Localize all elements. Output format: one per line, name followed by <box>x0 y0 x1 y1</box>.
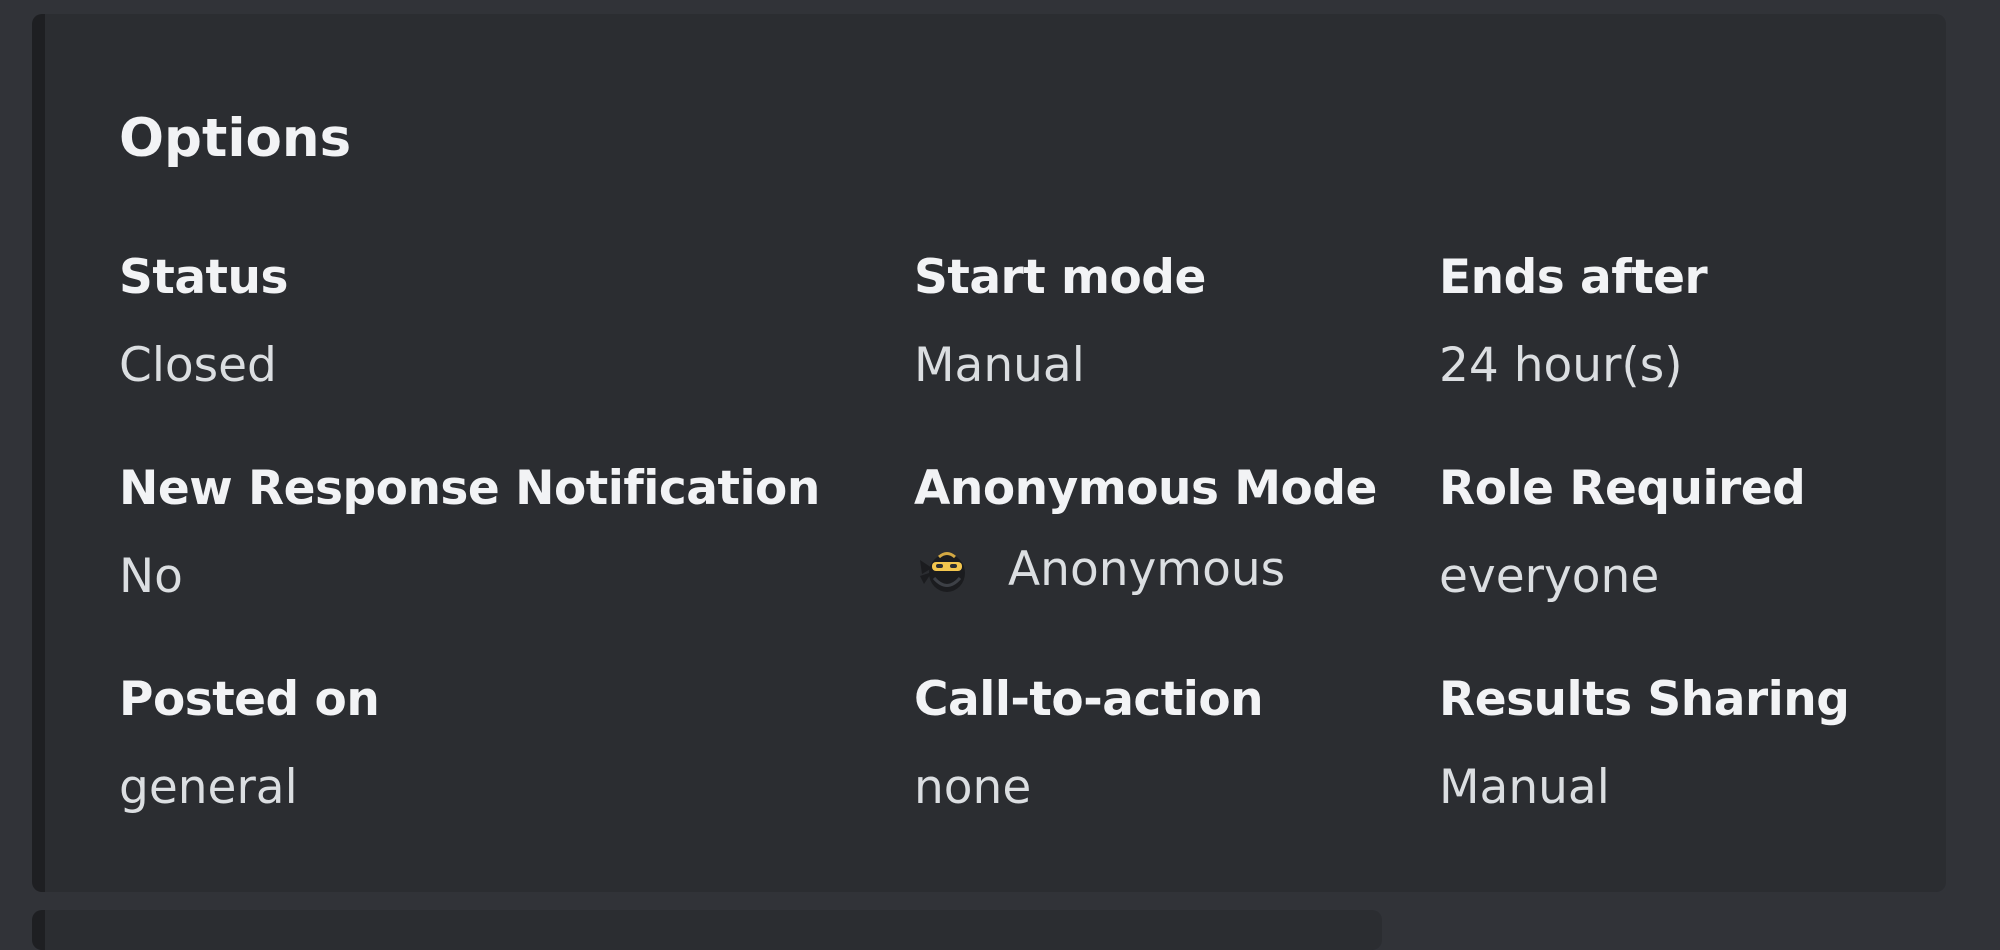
field-name: Role Required <box>1439 461 1806 516</box>
field-ends-after: Ends after 24 hour(s) <box>1439 250 1708 393</box>
field-name: Status <box>119 250 288 305</box>
field-posted-on: Posted on general <box>119 672 380 815</box>
next-embed-edge <box>32 910 1382 950</box>
field-value: Manual <box>1439 760 1610 815</box>
field-value: none <box>914 760 1032 815</box>
field-new-response-notification: New Response Notification No <box>119 465 820 600</box>
field-name: Anonymous Mode <box>914 461 1377 516</box>
field-name: Call-to-action <box>914 672 1264 727</box>
field-name: Start mode <box>914 250 1206 305</box>
field-status: Status Closed <box>119 254 288 389</box>
field-value: Closed <box>119 338 277 393</box>
field-value: No <box>119 549 183 604</box>
field-name: Posted on <box>119 672 380 727</box>
embed-title: Options <box>119 108 352 169</box>
field-call-to-action: Call-to-action none <box>914 672 1264 815</box>
field-role-required: Role Required everyone <box>1439 461 1806 604</box>
options-embed: Options Status Closed Start mode Manual … <box>32 14 1946 892</box>
field-value: Manual <box>914 338 1085 393</box>
field-name: Results Sharing <box>1439 672 1850 727</box>
field-name: New Response Notification <box>119 461 820 516</box>
field-value: general <box>119 760 298 815</box>
field-value-with-icon: Anonymous <box>914 540 1377 598</box>
field-value: 24 hour(s) <box>1439 338 1683 393</box>
anonymous-ninja-emoji-icon <box>914 540 972 598</box>
field-value: Anonymous <box>1008 541 1286 597</box>
field-anonymous-mode: Anonymous Mode Anonymous <box>914 465 1377 598</box>
field-name: Ends after <box>1439 250 1708 305</box>
field-value: everyone <box>1439 549 1660 604</box>
field-start-mode: Start mode Manual <box>914 254 1206 389</box>
field-results-sharing: Results Sharing Manual <box>1439 672 1850 815</box>
